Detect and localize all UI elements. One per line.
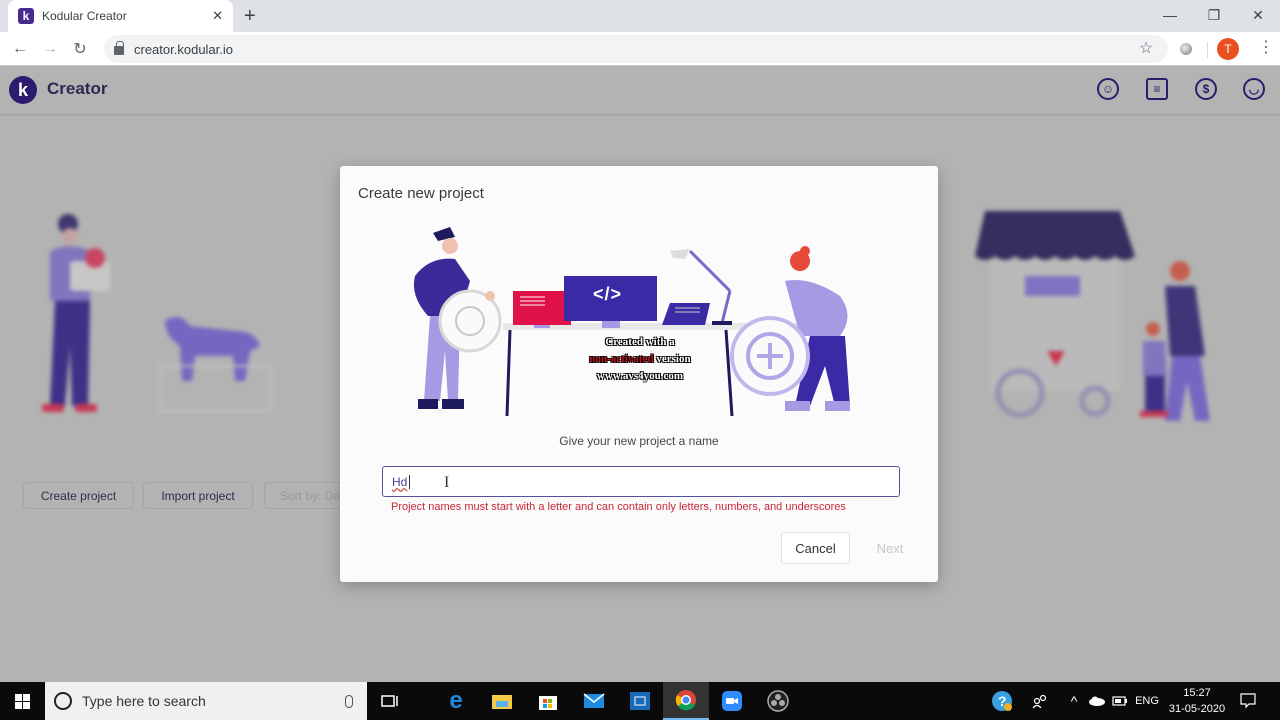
- billing-icon[interactable]: $: [1195, 78, 1217, 100]
- obs-icon[interactable]: [755, 682, 801, 720]
- profile-avatar[interactable]: T: [1217, 38, 1239, 60]
- forward-icon[interactable]: →: [39, 38, 61, 60]
- browser-tab[interactable]: k Kodular Creator ✕: [8, 0, 233, 32]
- browser-tab-strip: k Kodular Creator ✕ + — ❐ ✕: [0, 0, 1280, 32]
- edge-icon[interactable]: e: [433, 682, 479, 720]
- minimize-button[interactable]: —: [1148, 0, 1192, 30]
- account-icon[interactable]: ◡: [1243, 78, 1265, 100]
- project-name-value[interactable]: Hd: [392, 475, 407, 489]
- start-button[interactable]: [0, 682, 45, 720]
- ibeam-cursor-icon: I: [444, 474, 450, 491]
- restore-button[interactable]: ❐: [1192, 0, 1236, 30]
- lock-icon: [114, 41, 124, 55]
- cortana-icon: [54, 692, 72, 710]
- code-symbol-icon: </>: [593, 284, 623, 304]
- language-indicator[interactable]: ENG: [1133, 682, 1161, 720]
- people-icon[interactable]: [1030, 682, 1050, 720]
- reload-icon[interactable]: ↻: [69, 38, 91, 60]
- onedrive-icon[interactable]: [1087, 682, 1107, 720]
- address-bar[interactable]: creator.kodular.io: [104, 35, 1168, 63]
- task-view-icon[interactable]: [367, 682, 413, 720]
- extension-icon[interactable]: [1180, 43, 1192, 55]
- kodular-logo-icon[interactable]: k: [9, 76, 37, 104]
- close-window-button[interactable]: ✕: [1236, 0, 1280, 30]
- chrome-icon[interactable]: [663, 682, 709, 720]
- project-name-input[interactable]: Hd I: [382, 466, 900, 497]
- bookmark-star-icon[interactable]: ☆: [1139, 38, 1153, 58]
- import-project-button[interactable]: Import project: [143, 482, 253, 509]
- validation-error: Project names must start with a letter a…: [391, 501, 846, 513]
- cancel-button[interactable]: Cancel: [781, 532, 850, 564]
- browser-toolbar: ← → ↻ creator.kodular.io ☆ T ⋮: [0, 32, 1280, 66]
- watermark-line-1: Created with a: [605, 336, 675, 348]
- watermark-overlay: Created with a non-activated version www…: [540, 334, 740, 385]
- shopper-dog-illustration: [42, 214, 271, 412]
- brand-title[interactable]: Creator: [47, 79, 107, 99]
- show-hidden-icons-chevron[interactable]: ^: [1064, 682, 1084, 720]
- windows-taskbar: Type here to search e ? ^ ENG 15:27 31-0…: [0, 682, 1280, 720]
- community-icon[interactable]: ☺: [1097, 78, 1119, 100]
- back-icon[interactable]: ←: [9, 38, 31, 60]
- watermark-line-3: www.avs4you.com: [596, 370, 684, 382]
- name-prompt: Give your new project a name: [559, 434, 719, 448]
- create-project-illustration: [413, 227, 850, 417]
- app-header: k Creator ☺ ≡ $ ◡: [0, 66, 1280, 114]
- app-6-icon[interactable]: [617, 682, 663, 720]
- toolbar-divider: [1207, 42, 1208, 58]
- action-center-icon[interactable]: [1237, 682, 1259, 720]
- system-clock[interactable]: 15:27 31-05-2020: [1163, 685, 1231, 717]
- windows-logo-icon: [15, 693, 30, 709]
- new-tab-button[interactable]: +: [244, 4, 256, 28]
- chrome-menu-icon[interactable]: ⋮: [1258, 40, 1274, 56]
- url-text[interactable]: creator.kodular.io: [134, 42, 233, 57]
- watermark-line-2: non-activated version: [589, 353, 691, 365]
- next-button[interactable]: Next: [865, 532, 915, 564]
- microphone-icon[interactable]: [345, 694, 353, 708]
- store-icon[interactable]: [525, 682, 571, 720]
- battery-icon[interactable]: [1110, 682, 1130, 720]
- help-icon[interactable]: ?: [988, 682, 1016, 720]
- text-caret: [409, 474, 411, 489]
- clock-date: 31-05-2020: [1168, 703, 1226, 715]
- sort-by-dropdown[interactable]: Sort by: Da: [264, 482, 344, 509]
- clock-time: 15:27: [1183, 687, 1211, 699]
- create-project-button[interactable]: Create project: [23, 482, 134, 509]
- file-explorer-icon[interactable]: [479, 682, 525, 720]
- store-family-illustration: [975, 211, 1210, 421]
- docs-icon[interactable]: ≡: [1146, 78, 1168, 100]
- tab-title: Kodular Creator: [42, 9, 127, 23]
- create-project-dialog: Create new project </> Created with a no…: [340, 166, 938, 582]
- zoom-icon[interactable]: [709, 682, 755, 720]
- mail-icon[interactable]: [571, 682, 617, 720]
- taskbar-search[interactable]: Type here to search: [45, 682, 367, 720]
- kodular-favicon-icon: k: [18, 8, 34, 24]
- dialog-title: Create new project: [358, 185, 484, 202]
- tab-close-icon[interactable]: ✕: [212, 8, 223, 24]
- search-placeholder[interactable]: Type here to search: [82, 693, 345, 709]
